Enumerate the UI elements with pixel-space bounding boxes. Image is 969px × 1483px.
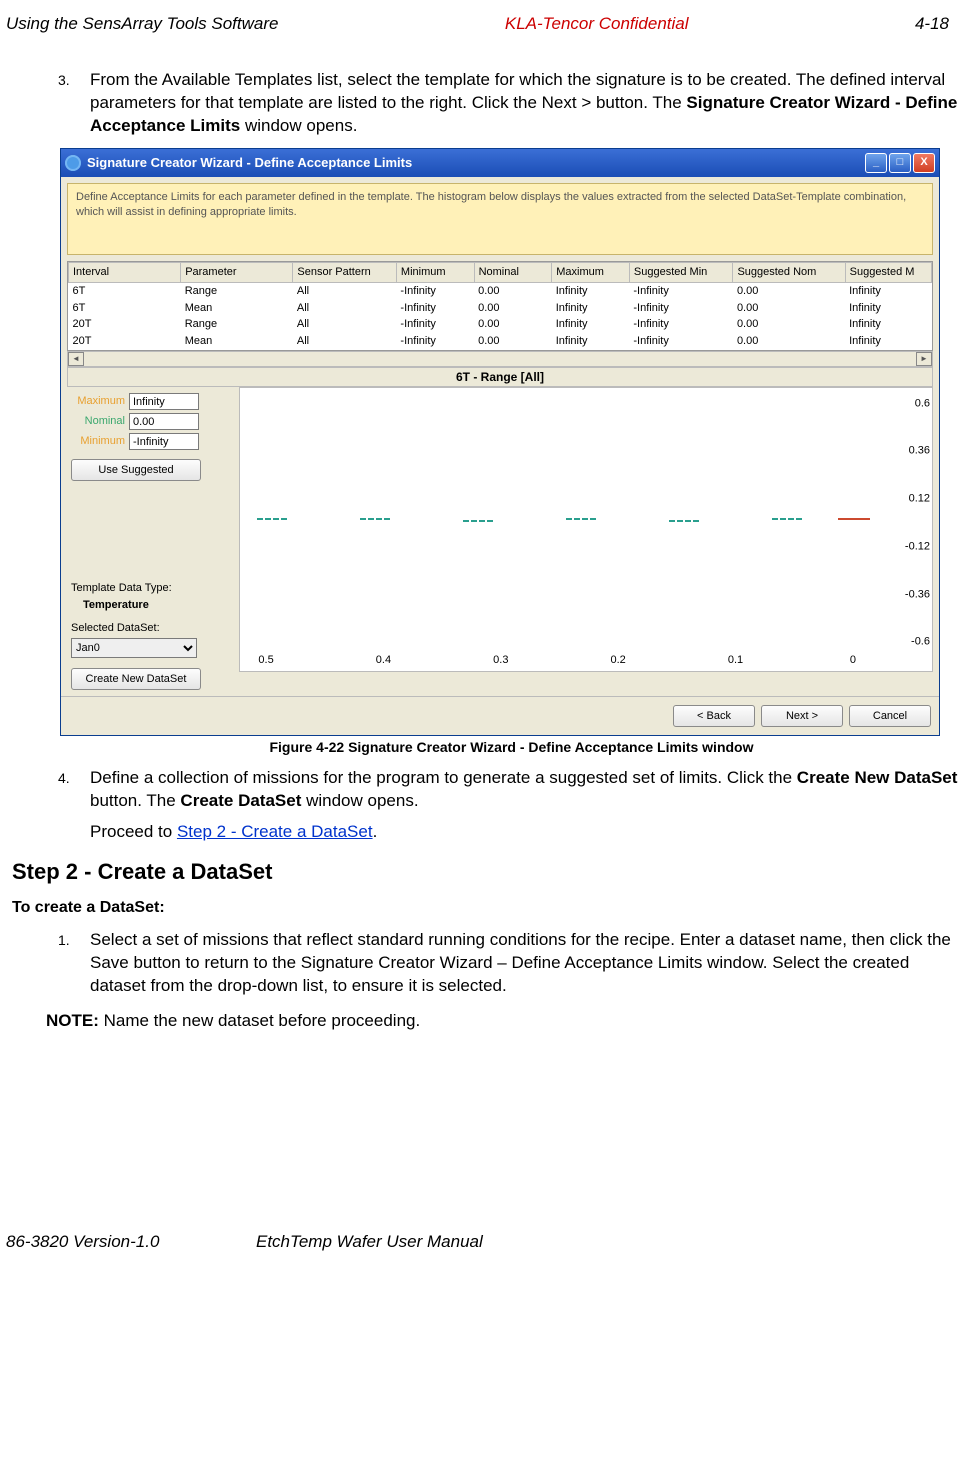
- proceed-link[interactable]: Step 2 - Create a DataSet: [177, 822, 373, 841]
- step-4-c: button. The: [90, 791, 180, 810]
- col-interval[interactable]: Interval: [69, 262, 181, 282]
- col-smax[interactable]: Suggested M: [845, 262, 931, 282]
- y-tick: 0.36: [909, 444, 930, 459]
- y-tick: -0.12: [905, 539, 930, 554]
- figure-wizard: Signature Creator Wizard - Define Accept…: [60, 148, 963, 757]
- header-mid: KLA-Tencor Confidential: [505, 14, 689, 34]
- x-tick: 0: [850, 653, 856, 668]
- y-tick: 0.6: [915, 396, 930, 411]
- step-4-num: 4.: [58, 769, 70, 788]
- x-tick: 0.3: [493, 653, 508, 668]
- max-input[interactable]: [129, 393, 199, 410]
- step-3-text-c: window opens.: [240, 116, 357, 135]
- table-row[interactable]: 20TMeanAll-Infinity0.00Infinity-Infinity…: [69, 333, 932, 350]
- y-tick: 0.12: [909, 492, 930, 507]
- proceed-post: .: [373, 822, 378, 841]
- note-line: NOTE: Name the new dataset before procee…: [46, 1010, 963, 1033]
- back-button[interactable]: < Back: [673, 705, 755, 727]
- step-4-b: Create New DataSet: [797, 768, 958, 787]
- data-dash: [669, 520, 699, 522]
- note-text: Name the new dataset before proceeding.: [99, 1011, 420, 1030]
- close-button[interactable]: X: [913, 153, 935, 173]
- figure-caption: Figure 4-22 Signature Creator Wizard - D…: [60, 738, 963, 757]
- chart-title: 6T - Range [All]: [67, 367, 933, 387]
- plot-series: [244, 396, 888, 649]
- step2-item1-num: 1.: [58, 931, 70, 950]
- step-4-d: Create DataSet: [180, 791, 301, 810]
- proceed-pre: Proceed to: [90, 822, 177, 841]
- step-4-e: window opens.: [301, 791, 418, 810]
- data-dash: [772, 518, 802, 520]
- x-axis: 0.5 0.4 0.3 0.2 0.1 0: [240, 653, 892, 667]
- template-data-type-value: Temperature: [71, 598, 237, 613]
- scroll-right-icon[interactable]: ►: [916, 352, 932, 366]
- col-parameter[interactable]: Parameter: [181, 262, 293, 282]
- step-4-a: Define a collection of missions for the …: [90, 768, 797, 787]
- x-tick: 0.4: [376, 653, 391, 668]
- footer-mid: EtchTemp Wafer User Manual: [246, 1232, 949, 1252]
- wizard-button-row: < Back Next > Cancel: [61, 696, 939, 735]
- footer-left: 86-3820 Version-1.0: [6, 1232, 246, 1252]
- table-row[interactable]: 6TRangeAll-Infinity0.00Infinity-Infinity…: [69, 282, 932, 299]
- table-header-row: Interval Parameter Sensor Pattern Minimu…: [69, 262, 932, 282]
- col-snom[interactable]: Suggested Nom: [733, 262, 845, 282]
- horizontal-scrollbar[interactable]: ◄ ►: [67, 351, 933, 367]
- x-tick: 0.5: [258, 653, 273, 668]
- step2-heading: Step 2 - Create a DataSet: [12, 857, 963, 887]
- min-input[interactable]: [129, 433, 199, 450]
- col-smin[interactable]: Suggested Min: [629, 262, 733, 282]
- data-dash: [566, 518, 596, 520]
- histogram-plot: 0.6 0.36 0.12 -0.12 -0.36 -0.6 0.5 0.4 0…: [239, 387, 933, 672]
- x-tick: 0.2: [611, 653, 626, 668]
- col-nom[interactable]: Nominal: [474, 262, 552, 282]
- header-right: 4-18: [915, 14, 949, 34]
- x-tick: 0.1: [728, 653, 743, 668]
- col-max[interactable]: Maximum: [552, 262, 630, 282]
- data-dash: [257, 518, 287, 520]
- page-footer: 86-3820 Version-1.0 EtchTemp Wafer User …: [0, 1032, 969, 1266]
- y-tick: -0.36: [905, 587, 930, 602]
- maximize-button[interactable]: □: [889, 153, 911, 173]
- max-label: Maximum: [71, 394, 129, 409]
- min-label: Minimum: [71, 434, 129, 449]
- create-new-dataset-button[interactable]: Create New DataSet: [71, 668, 201, 690]
- titlebar[interactable]: Signature Creator Wizard - Define Accept…: [61, 149, 939, 177]
- minimize-button[interactable]: _: [865, 153, 887, 173]
- data-marker: [838, 518, 870, 520]
- step-4: 4. Define a collection of missions for t…: [60, 767, 963, 813]
- next-button[interactable]: Next >: [761, 705, 843, 727]
- scroll-left-icon[interactable]: ◄: [68, 352, 84, 366]
- info-banner: Define Acceptance Limits for each parame…: [67, 183, 933, 255]
- y-axis: 0.6 0.36 0.12 -0.12 -0.36 -0.6: [892, 396, 930, 647]
- cancel-button[interactable]: Cancel: [849, 705, 931, 727]
- template-data-type-label: Template Data Type:: [71, 581, 237, 596]
- step2-item1-text: Select a set of missions that reflect st…: [60, 929, 963, 998]
- app-icon: [65, 155, 81, 171]
- limits-table[interactable]: Interval Parameter Sensor Pattern Minimu…: [67, 261, 933, 351]
- header-left: Using the SensArray Tools Software: [6, 14, 278, 34]
- col-min[interactable]: Minimum: [396, 262, 474, 282]
- selected-dataset-dropdown[interactable]: Jan0: [71, 638, 197, 658]
- data-dash: [360, 518, 390, 520]
- table-row[interactable]: 20TRangeAll-Infinity0.00Infinity-Infinit…: [69, 316, 932, 333]
- selected-dataset-label: Selected DataSet:: [71, 621, 237, 636]
- use-suggested-button[interactable]: Use Suggested: [71, 459, 201, 481]
- left-panel: Maximum Nominal Minimum Use Suggested Te…: [67, 387, 237, 690]
- nom-input[interactable]: [129, 413, 199, 430]
- page-header: Using the SensArray Tools Software KLA-T…: [0, 14, 969, 69]
- nom-label: Nominal: [71, 414, 129, 429]
- window-title: Signature Creator Wizard - Define Accept…: [87, 154, 865, 172]
- step2-item1: 1. Select a set of missions that reflect…: [60, 929, 963, 998]
- col-sensor[interactable]: Sensor Pattern: [293, 262, 397, 282]
- proceed-line: Proceed to Step 2 - Create a DataSet.: [60, 821, 963, 844]
- note-label: NOTE:: [46, 1011, 99, 1030]
- wizard-window: Signature Creator Wizard - Define Accept…: [60, 148, 940, 736]
- data-dash: [463, 520, 493, 522]
- y-tick: -0.6: [911, 635, 930, 650]
- table-row[interactable]: 6TMeanAll-Infinity0.00Infinity-Infinity0…: [69, 300, 932, 317]
- step-3-num: 3.: [58, 71, 70, 90]
- step2-subheading: To create a DataSet:: [12, 897, 963, 919]
- step-3: 3. From the Available Templates list, se…: [60, 69, 963, 138]
